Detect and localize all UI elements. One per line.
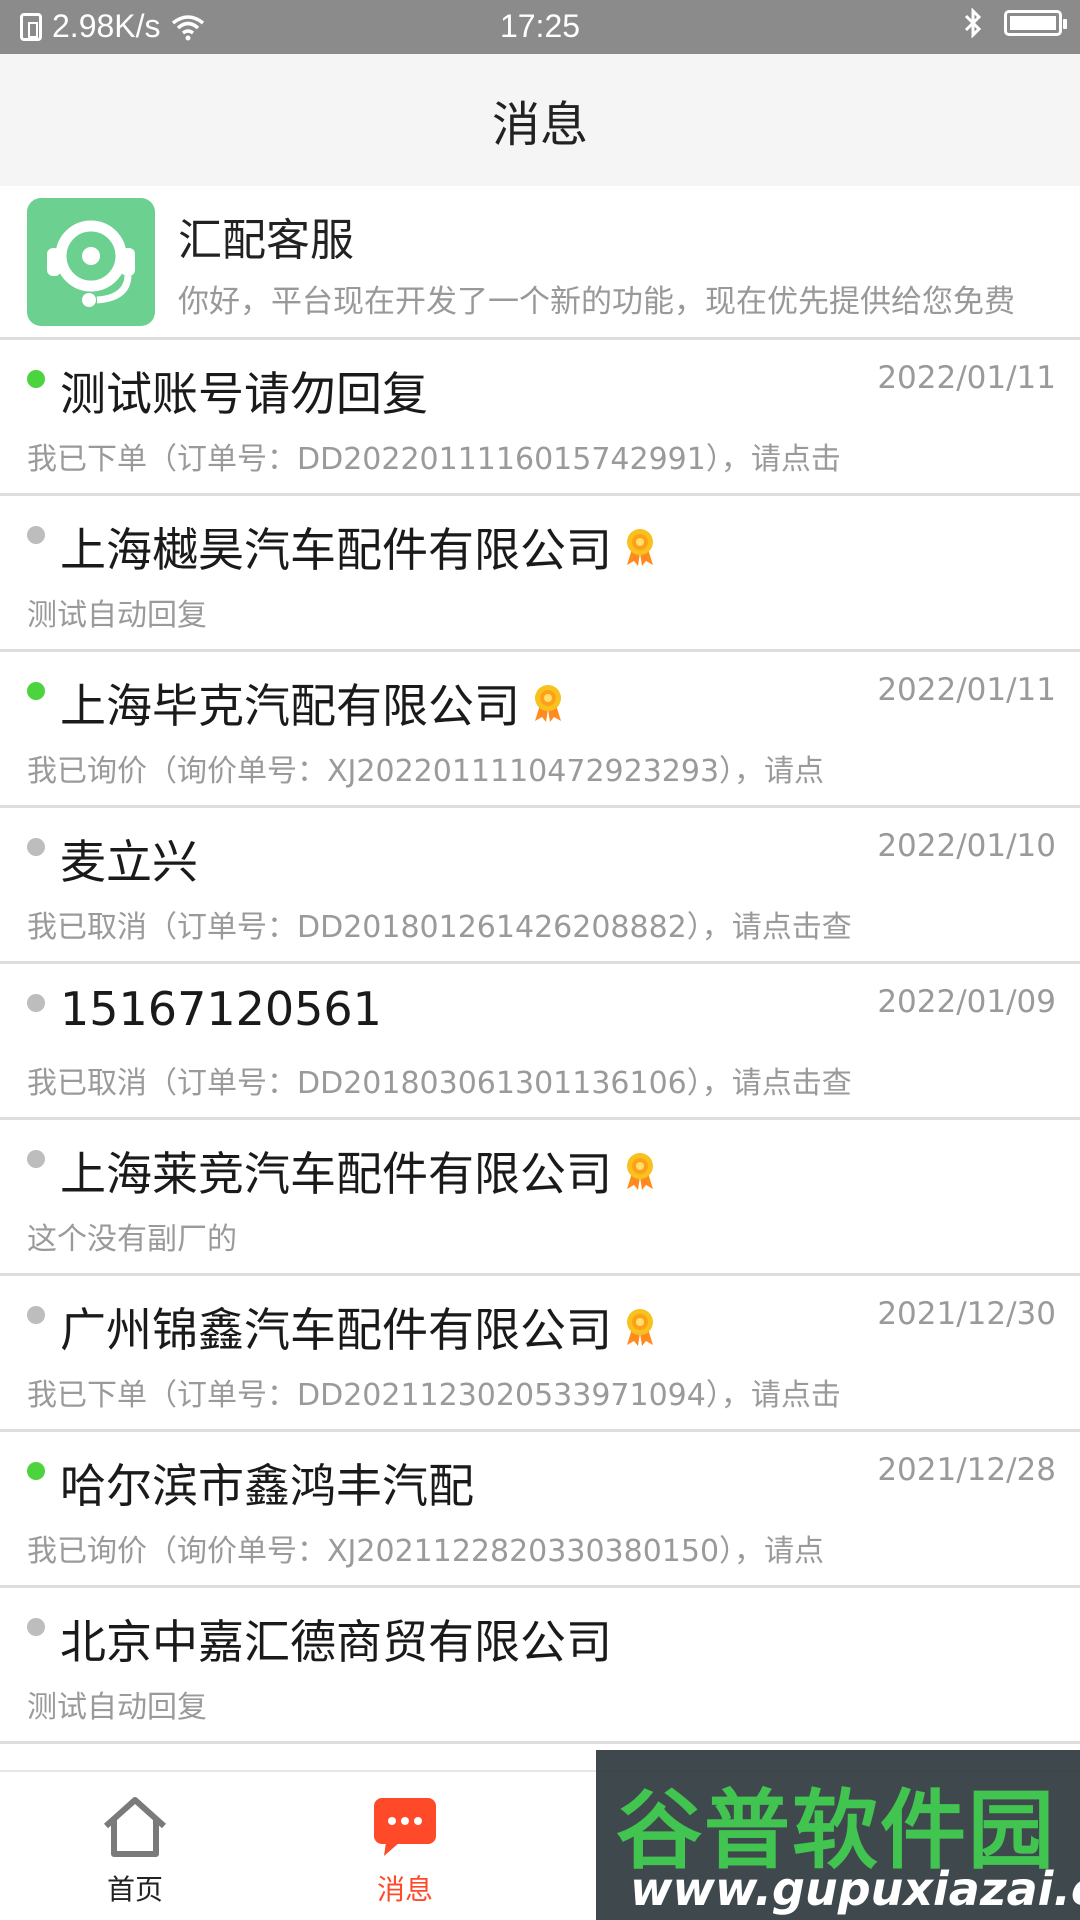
bluetooth-icon	[964, 8, 982, 38]
conversation-name-row: 上海莱竞汽车配件有限公司	[60, 1138, 658, 1204]
conversation-name: 上海毕克汽配有限公司	[60, 679, 520, 733]
conversation-name: 测试账号请勿回复	[60, 367, 428, 421]
conversation-item[interactable]: 哈尔滨市鑫鸿丰汽配 2021/12/28 我已询价（询价单号：XJ202112282…	[0, 1432, 1080, 1588]
tab-home[interactable]: 首页	[0, 1772, 270, 1920]
status-time: 17:25	[499, 8, 581, 44]
conversation-name-row: 麦立兴	[60, 826, 198, 892]
conversation-name: 15167120561	[60, 982, 382, 1036]
conversation-name-row: 广州锦鑫汽车配件有限公司	[60, 1294, 658, 1360]
watermark: 谷普软件园 www.gupuxiazai.com	[596, 1750, 1080, 1920]
conversation-date: 2021/12/30	[877, 1296, 1056, 1332]
conversation-preview: 这个没有副厂的	[27, 1222, 237, 1257]
status-dot	[27, 526, 45, 544]
conversation-date: 2022/01/11	[877, 360, 1056, 396]
conversation-name: 北京中嘉汇德商贸有限公司	[60, 1615, 612, 1669]
status-dot	[27, 1462, 45, 1480]
conversation-name: 麦立兴	[60, 835, 198, 889]
chat-bubble-icon	[374, 1798, 436, 1856]
header: 消息	[0, 54, 1080, 186]
conversation-item[interactable]: 广州锦鑫汽车配件有限公司 2021/12/30 我已下单（订单号：DD2021123…	[0, 1276, 1080, 1432]
conversation-name-row: 哈尔滨市鑫鸿丰汽配	[60, 1450, 474, 1516]
conversation-preview: 我已询价（询价单号：XJ2022011110472923293），请点	[27, 754, 825, 789]
message-list[interactable]: 汇配客服 你好，平台现在开发了一个新的功能，现在优先提供给您免费 测试账号请勿回…	[0, 186, 1080, 1744]
conversation-preview: 我已取消（订单号：DD2018012614262088​82），请点击查	[27, 910, 852, 945]
conversation-preview: 我已取消（订单号：DD2018030613011361​06），请点击查	[27, 1066, 852, 1101]
status-dot	[27, 838, 45, 856]
conversation-item[interactable]: 上海毕克汽配有限公司 2022/01/11 我已询价（询价单号：XJ20220111…	[0, 652, 1080, 808]
status-dot	[27, 1618, 45, 1636]
certified-badge-icon	[535, 685, 561, 722]
page-title: 消息	[491, 97, 588, 153]
customer-service-item[interactable]: 汇配客服 你好，平台现在开发了一个新的功能，现在优先提供给您免费	[0, 186, 1080, 340]
conversation-date: 2021/12/28	[877, 1452, 1056, 1488]
conversation-item[interactable]: 上海樾昊汽车配件有限公司测试自动回复	[0, 496, 1080, 652]
customer-service-avatar	[27, 198, 155, 326]
conversation-preview: 我已询价（询价单号：XJ2021122820330380150），请点	[27, 1534, 825, 1569]
certified-badge-icon	[627, 529, 653, 566]
conversation-name: 上海莱竞汽车配件有限公司	[60, 1147, 612, 1201]
status-dot	[27, 1306, 45, 1324]
headset-icon	[47, 220, 135, 307]
status-dot	[27, 994, 45, 1012]
conversation-item[interactable]: 测试账号请勿回复 2022/01/11 我已下单（订单号：DD20220111160…	[0, 340, 1080, 496]
conversation-name-row: 15167120561	[60, 982, 382, 1036]
conversation-name: 上海樾昊汽车配件有限公司	[60, 523, 612, 577]
conversation-preview: 我已下单（订单号：DD2021123020533971094），请点击	[27, 1378, 841, 1413]
customer-service-preview: 你好，平台现在开发了一个新的功能，现在优先提供给您免费	[178, 284, 1015, 320]
conversation-name-row: 上海樾昊汽车配件有限公司	[60, 514, 658, 580]
conversation-preview: 测试自动回复	[27, 598, 207, 633]
customer-service-name: 汇配客服	[178, 215, 354, 266]
conversation-item[interactable]: 麦立兴 2022/01/10 我已取消（订单号：DD2018012614262088…	[0, 808, 1080, 964]
status-bar: 2.98K/s 17:25	[0, 0, 1080, 54]
status-right	[962, 8, 1067, 38]
conversation-preview: 我已下单（订单号：DD2022011116015742991），请点击	[27, 442, 841, 477]
certified-badge-icon	[627, 1153, 653, 1190]
conversation-date: 2022/01/10	[877, 828, 1056, 864]
conversation-date: 2022/01/09	[877, 984, 1056, 1020]
conversation-name-row: 北京中嘉汇德商贸有限公司	[60, 1606, 612, 1672]
tab-home-label: 首页	[106, 1873, 163, 1906]
status-dot	[27, 1150, 45, 1168]
home-icon	[103, 1797, 167, 1857]
watermark-url: www.gupuxiazai.com	[630, 1862, 1080, 1916]
screen: 2.98K/s 17:25 消息 汇配客服 你好，平台现在开发了一个新的功能，现…	[0, 0, 1080, 1920]
tab-messages-label: 消息	[376, 1873, 433, 1906]
conversation-preview: 测试自动回复	[27, 1690, 207, 1725]
conversation-item[interactable]: 15167120561 2022/01/09 我已取消（订单号：DD20180306…	[0, 964, 1080, 1120]
tab-messages[interactable]: 消息	[270, 1772, 540, 1920]
conversation-date: 2022/01/11	[877, 672, 1056, 708]
conversation-name-row: 测试账号请勿回复	[60, 358, 428, 424]
conversation-name: 广州锦鑫汽车配件有限公司	[60, 1303, 612, 1357]
conversation-name: 哈尔滨市鑫鸿丰汽配	[60, 1459, 474, 1513]
conversation-name-row: 上海毕克汽配有限公司	[60, 670, 566, 736]
certified-badge-icon	[627, 1309, 653, 1346]
conversation-item[interactable]: 上海莱竞汽车配件有限公司这个没有副厂的	[0, 1120, 1080, 1276]
battery-icon	[1004, 10, 1067, 36]
status-dot	[27, 682, 45, 700]
status-dot	[27, 370, 45, 388]
conversation-item[interactable]: 北京中嘉汇德商贸有限公司测试自动回复	[0, 1588, 1080, 1744]
